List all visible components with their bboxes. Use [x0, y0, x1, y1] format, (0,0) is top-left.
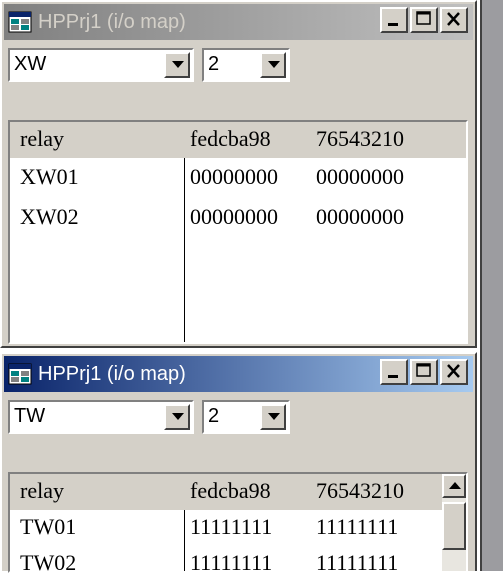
io-map-window-tw[interactable]: HPPrj1 (i/o map) TW 2 relay fedcba98 765…: [0, 352, 477, 573]
high-byte-value: 11111111: [190, 550, 273, 573]
minimize-icon: [388, 375, 398, 378]
close-button[interactable]: [440, 359, 468, 385]
io-count-value: 2: [208, 405, 220, 427]
vertical-scrollbar[interactable]: [442, 474, 466, 571]
high-byte-value: 00000000: [190, 164, 278, 189]
low-byte-value: 00000000: [316, 204, 404, 229]
dropdown-button[interactable]: [164, 404, 190, 430]
io-map-window-xw[interactable]: HPPrj1 (i/o map) XW 2 relay fedcba98 765…: [0, 0, 477, 348]
relay-name: TW01: [20, 514, 77, 539]
scroll-up-button[interactable]: [442, 474, 466, 498]
window-title: HPPrj1 (i/o map): [38, 10, 186, 33]
io-count-select[interactable]: 2: [202, 48, 290, 82]
dropdown-button[interactable]: [260, 404, 286, 430]
relay-name: XW02: [20, 204, 79, 229]
minimize-button[interactable]: [380, 359, 408, 385]
chevron-down-icon: [172, 61, 184, 68]
maximize-button[interactable]: [410, 359, 438, 385]
io-type-value: XW: [14, 53, 47, 75]
column-divider: [184, 158, 185, 342]
io-type-select[interactable]: TW: [8, 400, 194, 434]
chevron-down-icon: [268, 413, 280, 420]
close-button[interactable]: [440, 7, 468, 33]
io-count-select[interactable]: 2: [202, 400, 290, 434]
low-byte-value: 11111111: [316, 514, 399, 539]
window-title: HPPrj1 (i/o map): [38, 362, 186, 385]
close-icon: [447, 12, 460, 26]
grid-header: relay fedcba98 76543210: [10, 474, 466, 511]
chevron-down-icon: [172, 413, 184, 420]
low-byte-value: 00000000: [316, 164, 404, 189]
column-header-high-byte: fedcba98: [190, 478, 271, 503]
close-icon: [447, 364, 460, 378]
column-header-high-byte: fedcba98: [190, 126, 271, 151]
grid-header: relay fedcba98 76543210: [10, 122, 466, 159]
io-map-app-icon: [8, 363, 32, 385]
io-map-app-icon: [8, 11, 32, 33]
column-header-relay: relay: [20, 478, 64, 503]
maximize-icon: [416, 363, 431, 377]
column-header-low-byte: 76543210: [316, 478, 404, 503]
io-type-value: TW: [14, 405, 46, 427]
chevron-down-icon: [268, 61, 280, 68]
io-map-grid[interactable]: relay fedcba98 76543210 XW01 00000000 00…: [8, 120, 468, 344]
relay-name: XW01: [20, 164, 79, 189]
scroll-up-arrow-icon: [449, 482, 461, 489]
minimize-button[interactable]: [380, 7, 408, 33]
high-byte-value: 11111111: [190, 514, 273, 539]
scrollbar-thumb[interactable]: [442, 502, 466, 550]
high-byte-value: 00000000: [190, 204, 278, 229]
io-map-grid[interactable]: relay fedcba98 76543210 TW01 11111111 11…: [8, 472, 468, 573]
io-type-select[interactable]: XW: [8, 48, 194, 82]
column-divider: [184, 510, 185, 571]
dropdown-button[interactable]: [164, 52, 190, 78]
io-count-value: 2: [208, 53, 220, 75]
background-pane: [477, 0, 503, 571]
column-header-relay: relay: [20, 126, 64, 151]
maximize-icon: [416, 11, 431, 25]
column-header-low-byte: 76543210: [316, 126, 404, 151]
minimize-icon: [388, 23, 398, 26]
relay-name: TW02: [20, 550, 77, 573]
low-byte-value: 11111111: [316, 550, 399, 573]
maximize-button[interactable]: [410, 7, 438, 33]
dropdown-button[interactable]: [260, 52, 286, 78]
